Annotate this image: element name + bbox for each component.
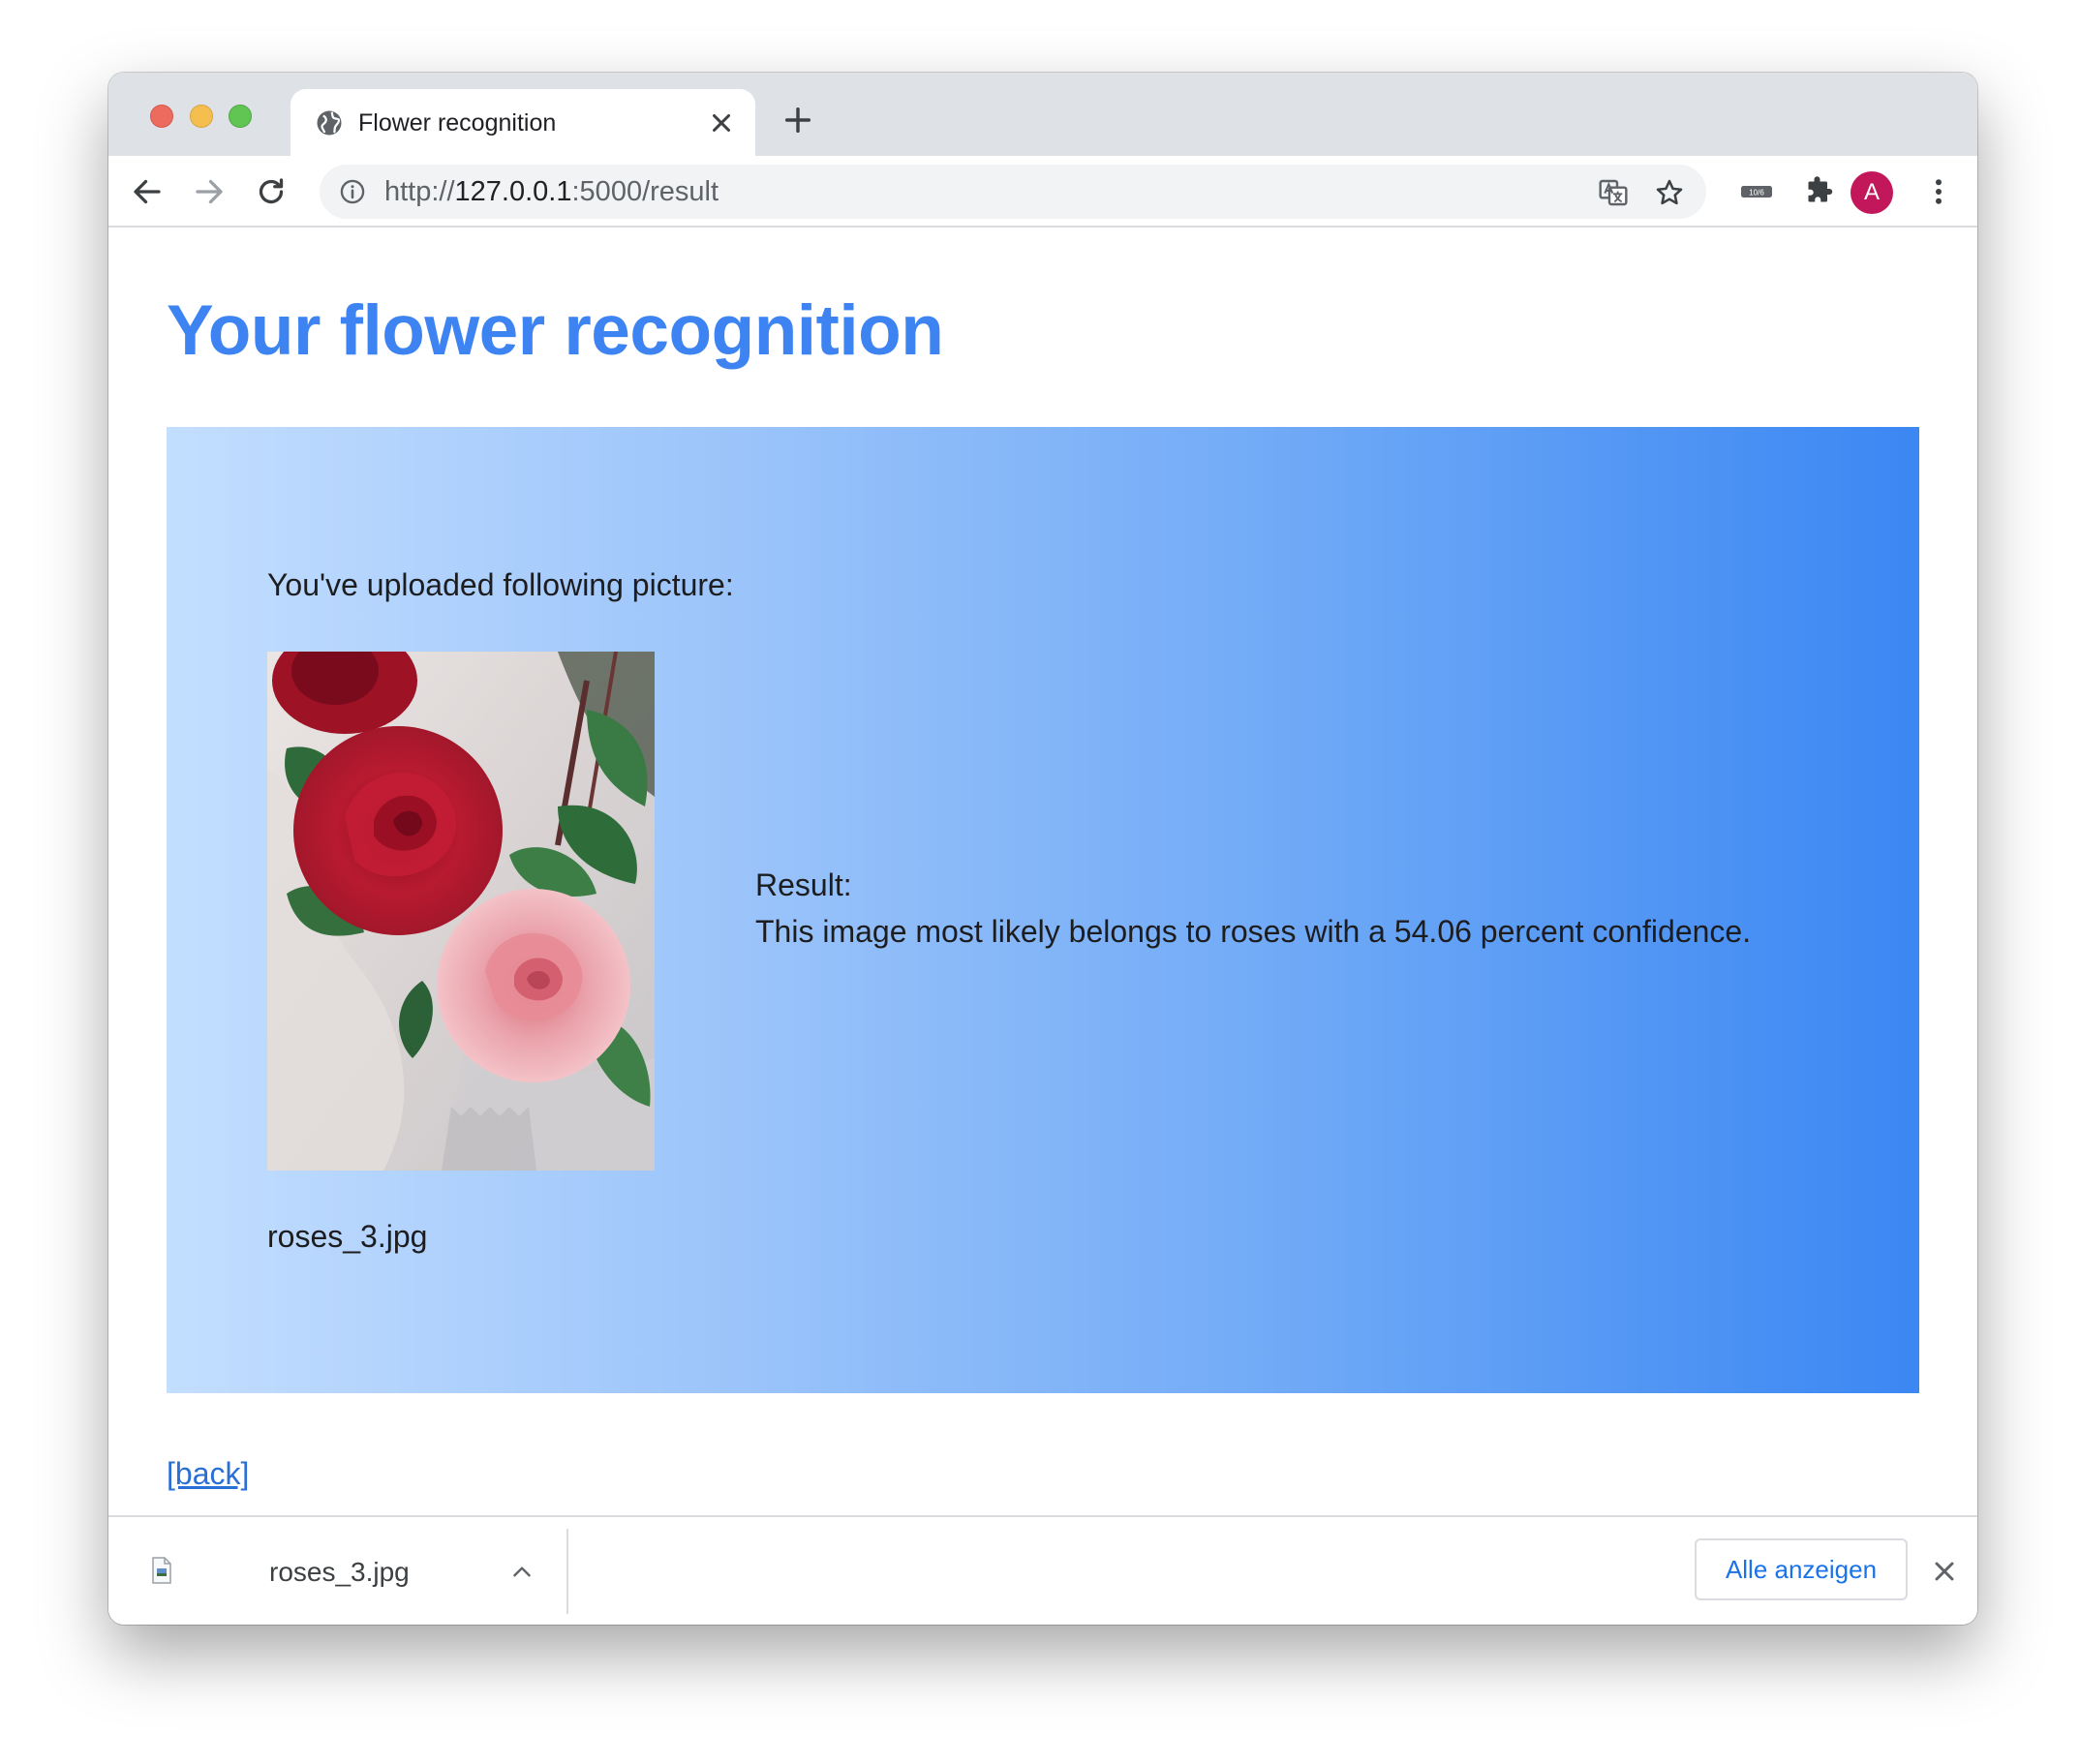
minimize-window-button[interactable] [190,105,213,128]
svg-text:10/6: 10/6 [1749,189,1764,198]
close-download-bar-icon[interactable] [1929,1556,1960,1587]
extension-badge-icon[interactable]: 10/6 [1739,174,1774,209]
address-bar[interactable]: http://127.0.0.1:5000/result [320,165,1706,219]
back-arrow-icon[interactable] [130,174,165,209]
globe-icon [317,110,342,136]
bookmark-star-icon[interactable] [1654,177,1685,208]
new-tab-icon[interactable] [781,104,814,137]
tab-flower-recognition[interactable]: Flower recognition [291,89,755,156]
maximize-window-button[interactable] [229,105,252,128]
page-title: Your flower recognition [167,291,944,370]
result-panel: You've uploaded following picture: roses… [167,427,1919,1393]
url-text: http://127.0.0.1:5000/result [384,176,719,207]
uploaded-rose-photo [267,652,655,1171]
download-divider [566,1529,568,1614]
page-content: Your flower recognition You've uploaded … [108,228,1977,1491]
file-icon [152,1557,171,1584]
result-text: This image most likely belongs to roses … [755,914,1752,949]
toolbar: http://127.0.0.1:5000/result 10/6 A [108,156,1977,228]
uploaded-filename: roses_3.jpg [267,1219,428,1254]
extensions-puzzle-icon[interactable] [1801,174,1836,209]
uploaded-label: You've uploaded following picture: [267,567,734,602]
download-filename[interactable]: roses_3.jpg [269,1556,410,1589]
back-link[interactable]: [back] [167,1454,249,1491]
close-tab-icon[interactable] [707,108,736,137]
chevron-up-icon[interactable] [509,1560,535,1585]
forward-arrow-icon[interactable] [192,174,227,209]
site-info-icon[interactable] [339,178,366,205]
tab-title: Flower recognition [358,109,557,137]
translate-icon[interactable] [1598,177,1629,208]
result-label: Result: [755,867,852,902]
reload-icon[interactable] [254,174,289,209]
profile-avatar[interactable]: A [1851,171,1893,214]
menu-kebab-icon[interactable] [1921,174,1956,209]
download-bar: roses_3.jpg Alle anzeigen [108,1515,1977,1625]
browser-window: Flower recognition http://127.0.0.1:5000… [108,73,1977,1625]
close-window-button[interactable] [150,105,173,128]
tab-strip: Flower recognition [108,73,1977,156]
show-all-downloads-button[interactable]: Alle anzeigen [1695,1538,1908,1600]
